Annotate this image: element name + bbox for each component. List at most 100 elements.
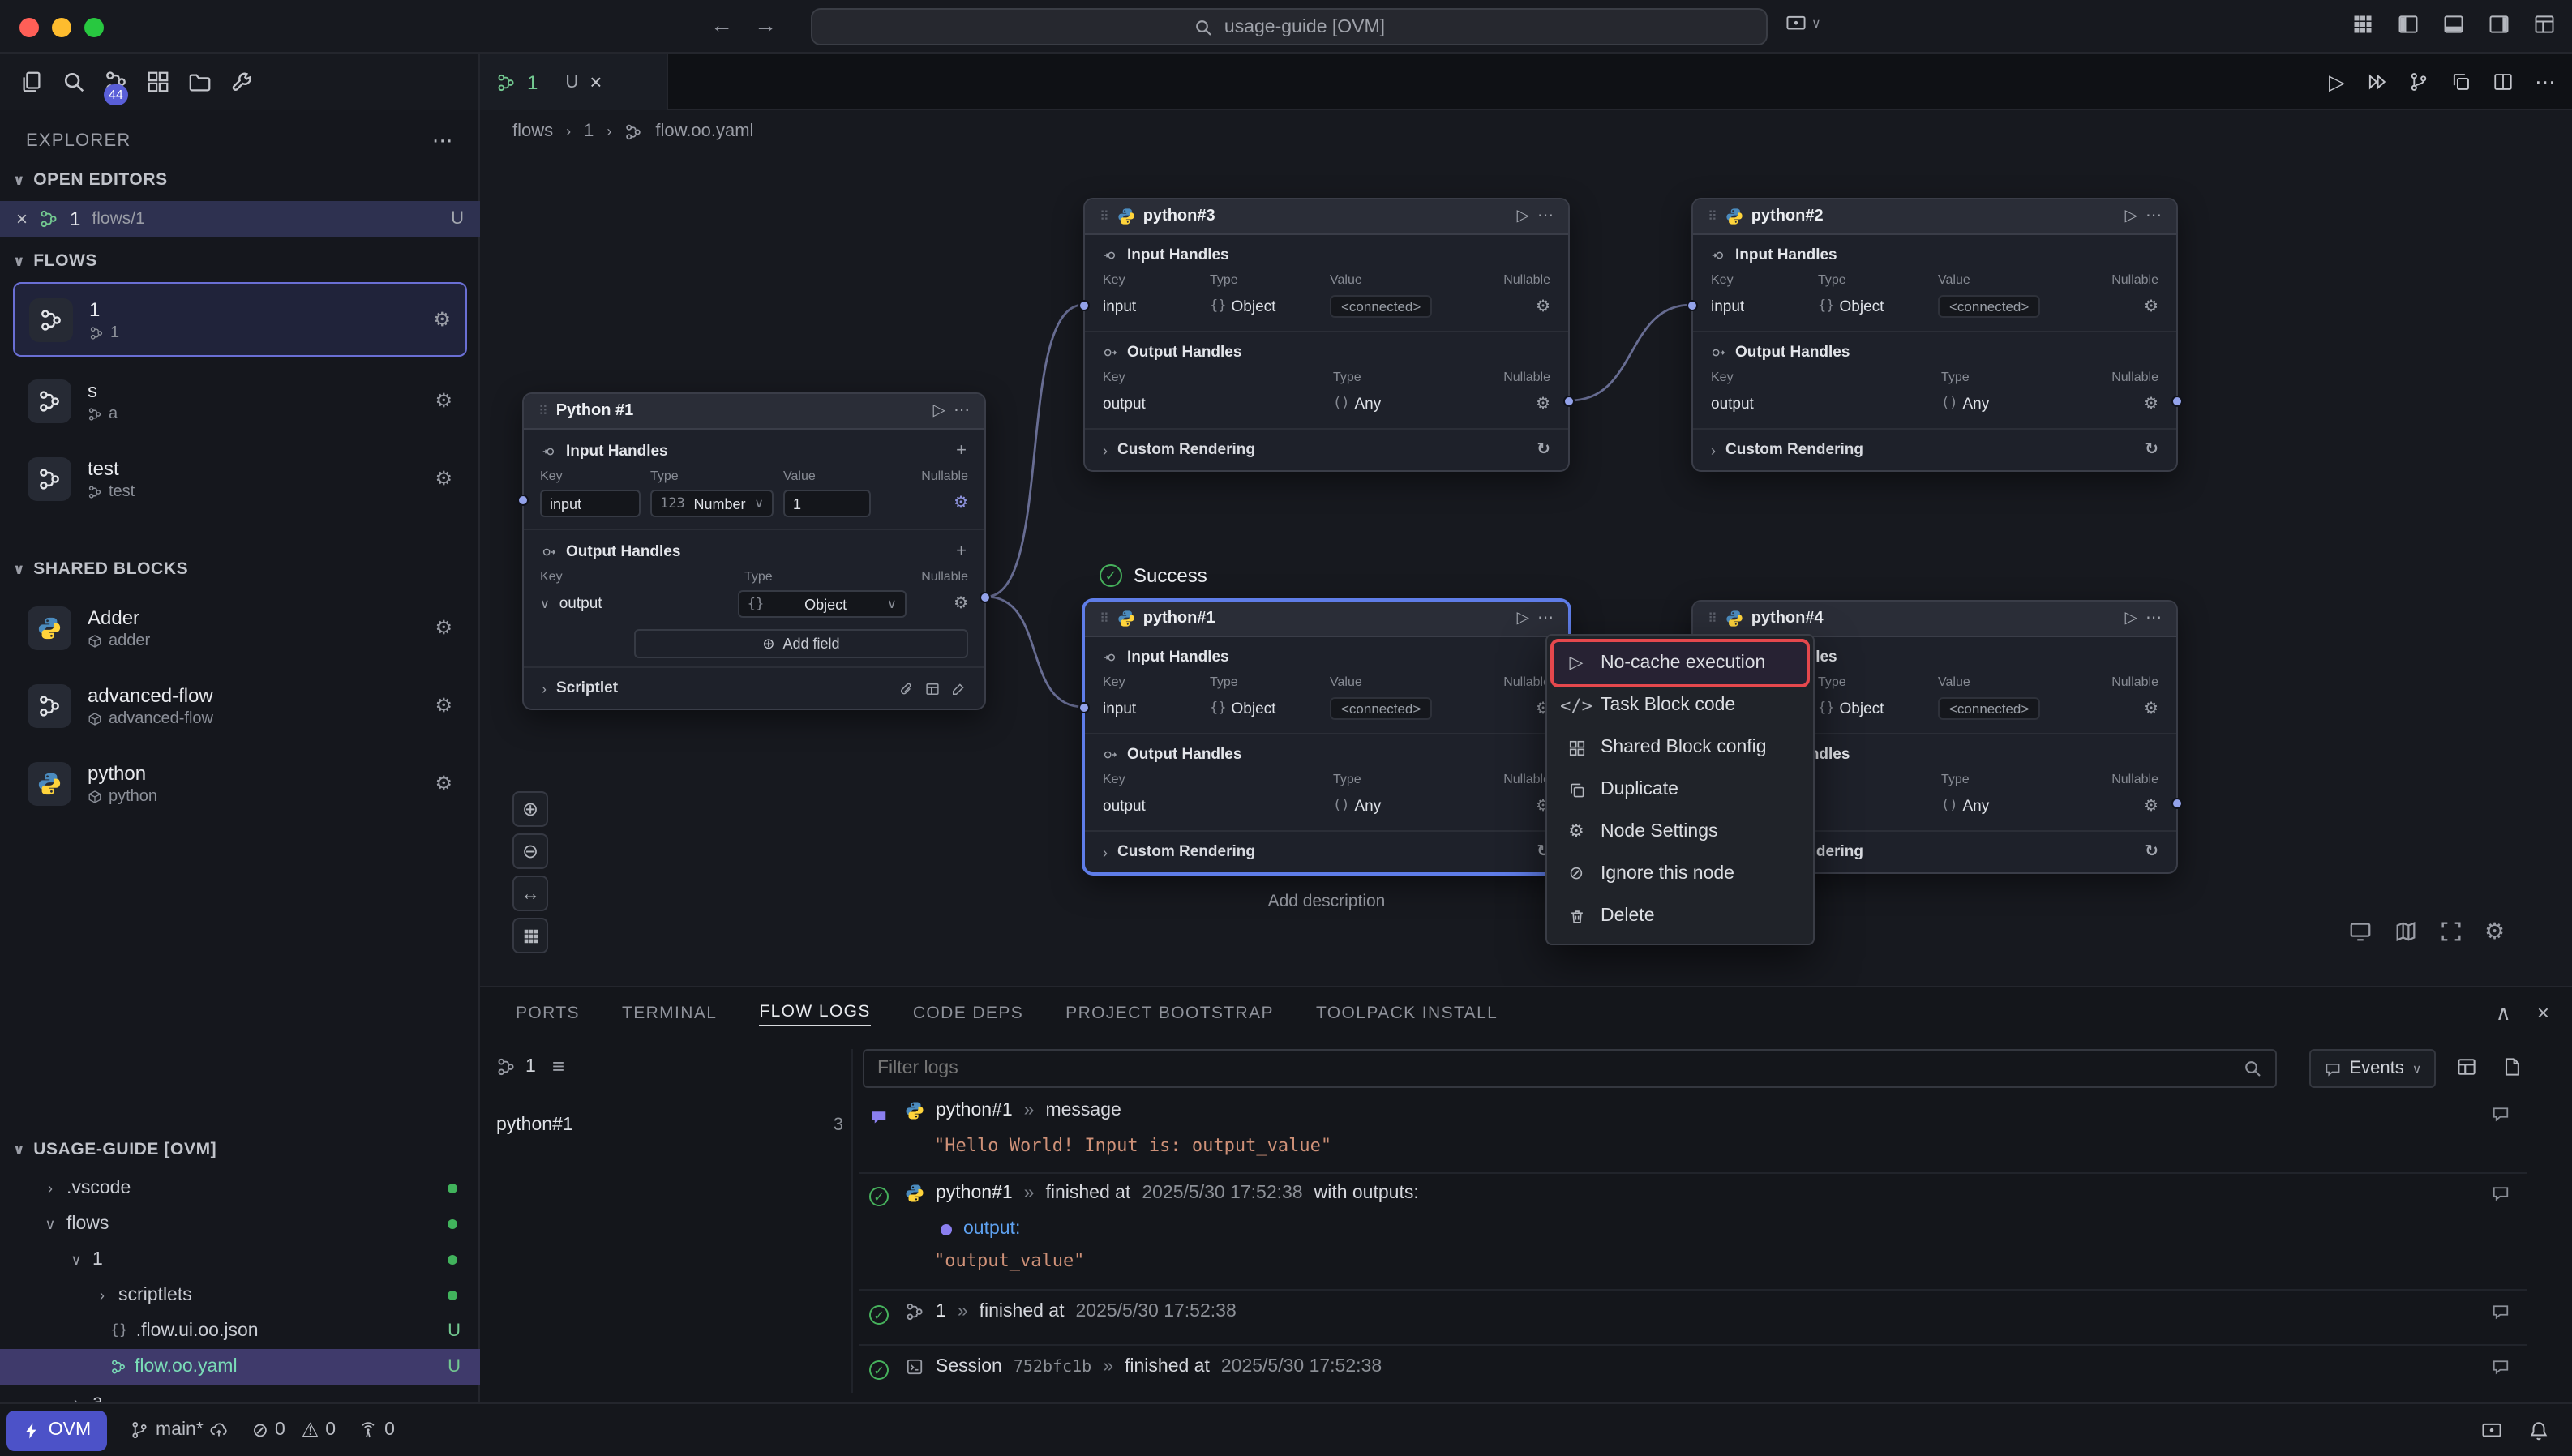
- node-header[interactable]: ⠿ python#3 ▷ ⋯: [1085, 199, 1568, 235]
- node-more-icon[interactable]: ⋯: [2145, 208, 2162, 225]
- events-dropdown[interactable]: Events ∨: [2309, 1049, 2436, 1088]
- log-row-message[interactable]: python#1 » message: [905, 1101, 1121, 1120]
- tab-flow-1[interactable]: 1 U ×: [480, 54, 668, 110]
- add-description-button[interactable]: Add description: [1213, 892, 1440, 911]
- handle-row-output[interactable]: output ()Any ⚙: [1085, 388, 1568, 420]
- screen-cast-icon[interactable]: [2481, 1420, 2502, 1441]
- input-handles-section[interactable]: Input Handles: [1085, 637, 1568, 671]
- minimap-button[interactable]: [512, 918, 548, 953]
- remote-ovm-badge[interactable]: OVM: [6, 1410, 107, 1450]
- gear-icon[interactable]: ⚙: [954, 595, 968, 613]
- gear-icon[interactable]: ⚙: [1502, 298, 1550, 315]
- gear-icon[interactable]: ⚙: [433, 308, 451, 331]
- output-connection-dot[interactable]: [980, 592, 991, 603]
- comment-icon[interactable]: [2491, 1357, 2510, 1377]
- breadcrumb-file[interactable]: flow.oo.yaml: [655, 122, 753, 141]
- flow-node-python1-editor[interactable]: ⠿ Python #1 ▷ ⋯ Input Handles + Key Type…: [522, 392, 986, 710]
- run-node-icon[interactable]: ▷: [2125, 610, 2137, 627]
- output-connection-dot[interactable]: [2171, 798, 2183, 809]
- type-select[interactable]: {} Object ∨: [738, 590, 907, 618]
- node-header[interactable]: ⠿ Python #1 ▷ ⋯: [524, 394, 984, 430]
- canvas-settings-icon[interactable]: ⚙: [2484, 918, 2505, 945]
- shared-blocks-header[interactable]: ∨ SHARED BLOCKS: [0, 551, 480, 587]
- shared-block-adder[interactable]: Adder adder ⚙: [13, 590, 467, 665]
- input-handles-section[interactable]: Input Handles: [1693, 235, 2176, 269]
- output-handles-section[interactable]: Output Handles: [1693, 332, 2176, 366]
- fit-view-button[interactable]: ↔: [512, 876, 548, 911]
- handle-row-input[interactable]: input {}Object <connected> ⚙: [1085, 692, 1568, 725]
- comment-icon[interactable]: [2491, 1184, 2510, 1203]
- add-handle-icon[interactable]: +: [956, 542, 967, 561]
- tools-icon[interactable]: [230, 70, 255, 94]
- value-input[interactable]: 1: [783, 490, 871, 517]
- add-handle-icon[interactable]: +: [956, 441, 967, 460]
- input-connection-dot[interactable]: [1078, 702, 1090, 713]
- log-row-output-key[interactable]: output:: [941, 1219, 1020, 1239]
- fullscreen-icon[interactable]: [2439, 918, 2463, 945]
- run-node-icon[interactable]: ▷: [2125, 208, 2137, 225]
- gear-icon[interactable]: ⚙: [2110, 395, 2158, 413]
- output-handles-section[interactable]: Output Handles: [1085, 734, 1568, 769]
- gear-icon[interactable]: ⚙: [1502, 797, 1550, 815]
- tree-item-1[interactable]: ∨ 1: [0, 1242, 480, 1278]
- gear-icon[interactable]: ⚙: [435, 772, 452, 794]
- attach-icon[interactable]: [898, 680, 915, 696]
- node-header[interactable]: ⠿ python#4 ▷ ⋯: [1693, 602, 2176, 637]
- drag-handle-icon[interactable]: ⠿: [1708, 209, 1717, 224]
- export-log-icon[interactable]: [2501, 1056, 2523, 1078]
- node-more-icon[interactable]: ⋯: [1537, 610, 1554, 627]
- flow-run-selector[interactable]: 1 ≡: [496, 1056, 564, 1077]
- gear-icon[interactable]: ⚙: [1502, 700, 1550, 717]
- duplicate-editor-icon[interactable]: [2450, 71, 2471, 92]
- flow-item-test[interactable]: test test ⚙: [13, 441, 467, 516]
- run-flow-icon[interactable]: ▷: [2329, 69, 2345, 95]
- gear-icon[interactable]: ⚙: [2110, 700, 2158, 717]
- add-field-button[interactable]: ⊕ Add field: [634, 629, 968, 658]
- handle-row-input[interactable]: input {}Object <connected> ⚙: [1693, 290, 2176, 323]
- gear-icon[interactable]: ⚙: [1502, 395, 1550, 413]
- log-row-output-value[interactable]: "output_value": [934, 1250, 1084, 1271]
- menu-item-shared-block-config[interactable]: Shared Block config: [1554, 726, 1807, 769]
- comment-icon[interactable]: [2491, 1302, 2510, 1321]
- problems-status[interactable]: ⊘ 0 ⚠ 0: [252, 1420, 336, 1440]
- shared-block-advanced-flow[interactable]: advanced-flow advanced-flow ⚙: [13, 668, 467, 743]
- notifications-bell-icon[interactable]: [2528, 1420, 2549, 1441]
- tab-project-bootstrap[interactable]: PROJECT BOOTSTRAP: [1065, 1004, 1274, 1023]
- run-node-icon[interactable]: ▷: [1517, 610, 1529, 627]
- edit-icon[interactable]: [950, 680, 967, 696]
- flow-item-s[interactable]: s a ⚙: [13, 363, 467, 438]
- map-icon[interactable]: [2394, 918, 2418, 945]
- custom-rendering-row[interactable]: › Custom Rendering ↻: [1085, 832, 1568, 872]
- traffic-light-minimize[interactable]: [52, 18, 71, 37]
- search-view-icon[interactable]: [62, 70, 86, 94]
- table-icon[interactable]: [924, 680, 941, 696]
- split-editor-icon[interactable]: [2493, 71, 2514, 92]
- zoom-out-button[interactable]: ⊖: [512, 833, 548, 869]
- more-actions-icon[interactable]: ⋯: [2535, 69, 2556, 95]
- custom-rendering-row[interactable]: › Custom Rendering ↻: [1085, 430, 1568, 470]
- handle-row-input[interactable]: input {}Object <connected> ⚙: [1085, 290, 1568, 323]
- scriptlet-row[interactable]: › Scriptlet: [524, 668, 984, 709]
- run-node-icon[interactable]: ▷: [933, 402, 945, 420]
- handle-row-input[interactable]: input 123 Number ∨ 1 ⚙: [524, 486, 984, 520]
- refresh-icon[interactable]: ↻: [2145, 843, 2158, 861]
- tree-item-flows[interactable]: ∨ flows: [0, 1206, 480, 1242]
- node-more-icon[interactable]: ⋯: [954, 402, 970, 420]
- output-handles-section[interactable]: Output Handles +: [524, 530, 984, 566]
- log-row-flow-finished[interactable]: 1 » finished at 2025/5/30 17:52:38: [905, 1302, 1237, 1321]
- maximize-panel-icon[interactable]: ∧: [2496, 1000, 2511, 1026]
- filter-logs-input[interactable]: [864, 1059, 2243, 1078]
- run-node-icon[interactable]: ▷: [1517, 208, 1529, 225]
- key-input[interactable]: input: [540, 490, 641, 517]
- menu-item-duplicate[interactable]: Duplicate: [1554, 769, 1807, 811]
- tree-item-flow-ui-json[interactable]: {} .flow.ui.oo.json U: [0, 1313, 480, 1349]
- flow-item-1[interactable]: 1 1 ⚙: [13, 282, 467, 357]
- flows-section-header[interactable]: ∨ FLOWS: [0, 243, 480, 279]
- menu-item-delete[interactable]: Delete: [1554, 895, 1807, 937]
- handle-row-output[interactable]: output ()Any ⚙: [1693, 388, 2176, 420]
- tree-item-scriptlets[interactable]: › scriptlets: [0, 1278, 480, 1313]
- breadcrumb-1[interactable]: 1: [584, 122, 594, 141]
- tab-terminal[interactable]: TERMINAL: [622, 1004, 717, 1023]
- tab-code-deps[interactable]: CODE DEPS: [913, 1004, 1023, 1023]
- gear-icon[interactable]: ⚙: [2110, 797, 2158, 815]
